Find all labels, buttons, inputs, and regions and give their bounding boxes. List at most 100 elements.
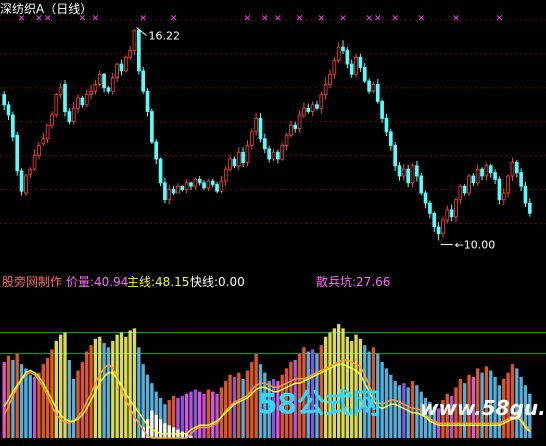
candle-body-up	[445, 209, 450, 221]
candle	[150, 108, 154, 145]
candle	[141, 67, 146, 94]
price-volume-bar	[215, 393, 219, 438]
foxhole-bar	[180, 431, 184, 438]
candle	[380, 99, 384, 123]
candle-body-up	[323, 84, 328, 96]
candle	[319, 91, 324, 114]
candle-body-down	[137, 29, 141, 72]
candle-body-down	[428, 202, 432, 214]
price-volume-bar	[245, 370, 250, 438]
price-volume-bar	[124, 336, 128, 438]
candlestick-chart[interactable]: ✕ ✕ ✕ ✕ ✕ ✕ ✕ ✕ ✕ ✕ ✕ ✕ ✕ ✕ ✕ ✕ ✕ ✕ ✕16.22←10.00	[0, 0, 546, 266]
candle-body-down	[358, 56, 363, 68]
candle-body-down	[315, 104, 319, 109]
candle-body-up	[467, 175, 471, 194]
candle	[41, 132, 46, 147]
foxhole-bar	[150, 410, 154, 438]
candle	[523, 181, 528, 208]
candle	[458, 184, 463, 204]
candle	[228, 154, 232, 172]
candle-body-up	[41, 138, 46, 145]
candle	[128, 46, 132, 61]
candle-body-down	[449, 209, 454, 218]
candle	[367, 78, 371, 94]
candle-body-up	[123, 56, 128, 72]
candle-body-down	[180, 185, 185, 190]
legend-fast-line: 快线:0.00	[190, 275, 245, 289]
candle-body-down	[158, 158, 163, 184]
candle	[37, 142, 41, 160]
candle-body-up	[506, 175, 510, 194]
signal-marker: ✕	[365, 14, 373, 24]
price-volume-bar	[211, 391, 215, 438]
candle-body-down	[497, 178, 502, 201]
candle-body-up	[228, 158, 232, 170]
price-volume-bar	[402, 383, 406, 438]
candle	[384, 113, 389, 136]
price-volume-bar	[132, 328, 137, 438]
candle-body-down	[432, 212, 437, 228]
signal-marker: ✕	[79, 14, 87, 24]
candle	[362, 63, 367, 84]
candle-body-down	[241, 151, 245, 163]
candle	[45, 124, 50, 144]
candle-body-down	[480, 168, 484, 177]
candle	[2, 91, 6, 110]
price-volume-bar	[410, 381, 415, 438]
candle-body-down	[380, 100, 384, 119]
candle	[132, 29, 137, 55]
price-volume-bar	[54, 340, 58, 438]
signal-marker: ✕	[35, 14, 43, 24]
candle	[519, 168, 523, 191]
candle-body-down	[462, 185, 467, 194]
candle-body-up	[115, 63, 119, 79]
candle-body-down	[393, 145, 397, 167]
price-volume-bar	[50, 349, 54, 438]
indicator-credit: 股旁网制作	[2, 275, 63, 289]
candle	[184, 179, 189, 194]
watermark-logo: 58公式网	[258, 387, 381, 420]
candle-body-up	[441, 219, 445, 235]
candle-body-up	[484, 165, 489, 177]
price-volume-bar	[241, 378, 245, 438]
candle-body-down	[419, 175, 424, 194]
candle-body-up	[45, 124, 50, 140]
price-volume-bar	[102, 343, 106, 438]
candle-body-down	[341, 46, 345, 51]
candle	[154, 139, 159, 165]
signal-marker: ✕	[92, 14, 100, 24]
price-volume-bar	[67, 359, 72, 438]
candle	[110, 72, 115, 96]
candle-body-down	[276, 151, 280, 160]
price-volume-bar	[76, 370, 80, 438]
signal-marker: ✕	[244, 14, 252, 24]
low-annotation: ←10.00	[455, 238, 496, 251]
candle-body-down	[2, 94, 6, 106]
candle-body-down	[362, 67, 367, 82]
candle	[249, 128, 254, 150]
candle-body-up	[76, 97, 80, 109]
candle	[102, 72, 106, 93]
candle-body-down	[150, 111, 154, 143]
signal-marker: ✕	[391, 14, 399, 24]
candle	[145, 87, 150, 117]
candle	[445, 205, 450, 224]
candle-body-down	[306, 107, 311, 112]
price-volume-bar	[41, 364, 45, 438]
price-volume-bar	[58, 334, 63, 438]
price-volume-bar	[72, 378, 76, 438]
candle-body-down	[210, 180, 215, 185]
candle	[336, 42, 341, 64]
candle	[497, 176, 502, 205]
candle	[514, 160, 519, 178]
candle-body-down	[202, 182, 206, 189]
candle-body-up	[302, 107, 306, 116]
signal-marker: ✕	[496, 14, 504, 24]
candle-body-down	[423, 192, 428, 204]
candle	[193, 177, 198, 190]
candle-body-up	[128, 50, 132, 58]
candle	[24, 173, 28, 197]
price-volume-bar	[197, 391, 202, 438]
candle-body-up	[37, 145, 41, 157]
candle-body-up	[58, 87, 63, 96]
